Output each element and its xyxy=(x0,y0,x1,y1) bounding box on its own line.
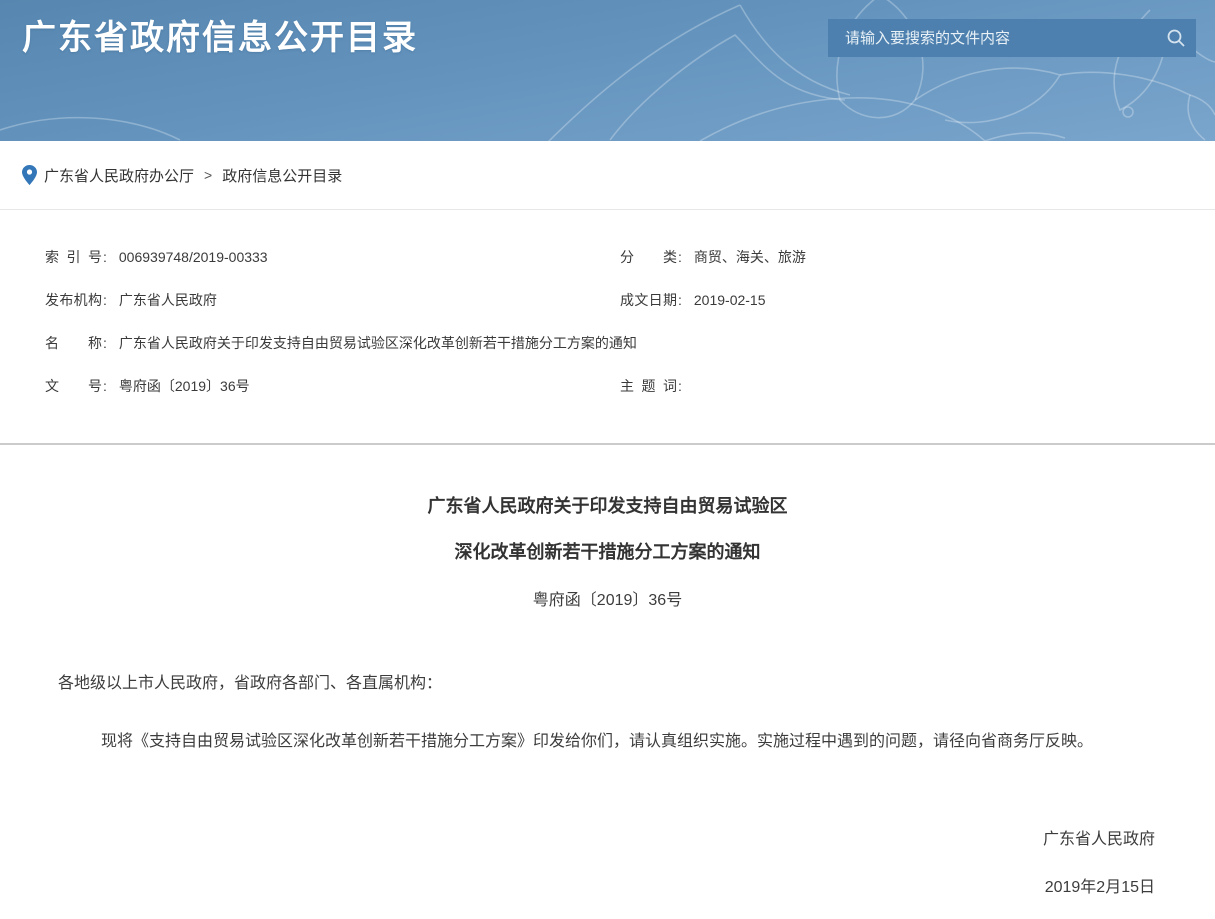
meta-colon: : xyxy=(678,378,682,394)
meta-colon: : xyxy=(678,292,682,308)
meta-label-index-no: 索引号 xyxy=(45,247,102,267)
document-date: 2019年2月15日 xyxy=(30,877,1185,899)
document-metadata: 索引号:006939748/2019-00333 分类:商贸、海关、旅游 发布机… xyxy=(0,210,1215,443)
document-title-line1: 广东省人民政府关于印发支持自由贸易试验区 xyxy=(30,497,1185,515)
document-paragraph-salutation: 各地级以上市人民政府，省政府各部门、各直属机构： xyxy=(30,673,1185,695)
meta-value-index-no: 006939748/2019-00333 xyxy=(119,249,268,265)
meta-value-doc-no: 粤府函〔2019〕36号 xyxy=(119,378,250,394)
meta-row-category: 分类: 商贸、海关、旅游 xyxy=(620,247,1215,290)
meta-row-doc-no: 文号: 粤府函〔2019〕36号 xyxy=(45,376,620,419)
document-paragraph-body: 现将《支持自由贸易试验区深化改革创新若干措施分工方案》印发给你们，请认真组织实施… xyxy=(30,731,1185,753)
document-signature: 广东省人民政府 xyxy=(30,829,1185,851)
meta-label-name: 名称 xyxy=(45,333,102,353)
breadcrumb-item-office[interactable]: 广东省人民政府办公厅 xyxy=(44,165,194,186)
breadcrumb-item-directory[interactable]: 政府信息公开目录 xyxy=(222,165,342,186)
meta-value-name: 广东省人民政府关于印发支持自由贸易试验区深化改革创新若干措施分工方案的通知 xyxy=(119,335,637,351)
location-pin-icon xyxy=(22,165,37,185)
document-title-line2: 深化改革创新若干措施分工方案的通知 xyxy=(30,543,1185,561)
meta-colon: : xyxy=(103,378,107,394)
meta-label-category: 分类 xyxy=(620,247,677,267)
meta-label-pub-date: 成文日期 xyxy=(620,290,677,310)
meta-colon: : xyxy=(103,249,107,265)
meta-colon: : xyxy=(103,292,107,308)
search-input[interactable] xyxy=(828,19,1156,57)
meta-row-subject: 主题词: xyxy=(620,376,1215,419)
meta-row-index-no: 索引号:006939748/2019-00333 xyxy=(45,247,620,290)
meta-row-name: 名称: 广东省人民政府关于印发支持自由贸易试验区深化改革创新若干措施分工方案的通知 xyxy=(45,333,1215,376)
search-icon[interactable] xyxy=(1156,19,1196,57)
document-number: 粤府函〔2019〕36号 xyxy=(30,593,1185,609)
meta-colon: : xyxy=(103,335,107,351)
meta-label-publisher: 发布机构 xyxy=(45,290,102,310)
meta-value-category: 商贸、海关、旅游 xyxy=(694,249,806,265)
page-header: 广东省政府信息公开目录 xyxy=(0,0,1215,141)
meta-value-pub-date: 2019-02-15 xyxy=(694,292,766,308)
document-body: 广东省人民政府关于印发支持自由贸易试验区 深化改革创新若干措施分工方案的通知 粤… xyxy=(0,445,1215,899)
meta-label-doc-no: 文号 xyxy=(45,376,102,396)
page-title: 广东省政府信息公开目录 xyxy=(22,18,418,59)
meta-row-publisher: 发布机构: 广东省人民政府 xyxy=(45,290,620,333)
search-box[interactable] xyxy=(828,19,1196,57)
meta-label-subject: 主题词 xyxy=(620,376,677,396)
breadcrumb: 广东省人民政府办公厅 > 政府信息公开目录 xyxy=(0,141,1215,210)
meta-colon: : xyxy=(678,249,682,265)
breadcrumb-separator: > xyxy=(204,167,212,183)
meta-row-pub-date: 成文日期:2019-02-15 xyxy=(620,290,1215,333)
meta-value-publisher: 广东省人民政府 xyxy=(119,292,217,308)
